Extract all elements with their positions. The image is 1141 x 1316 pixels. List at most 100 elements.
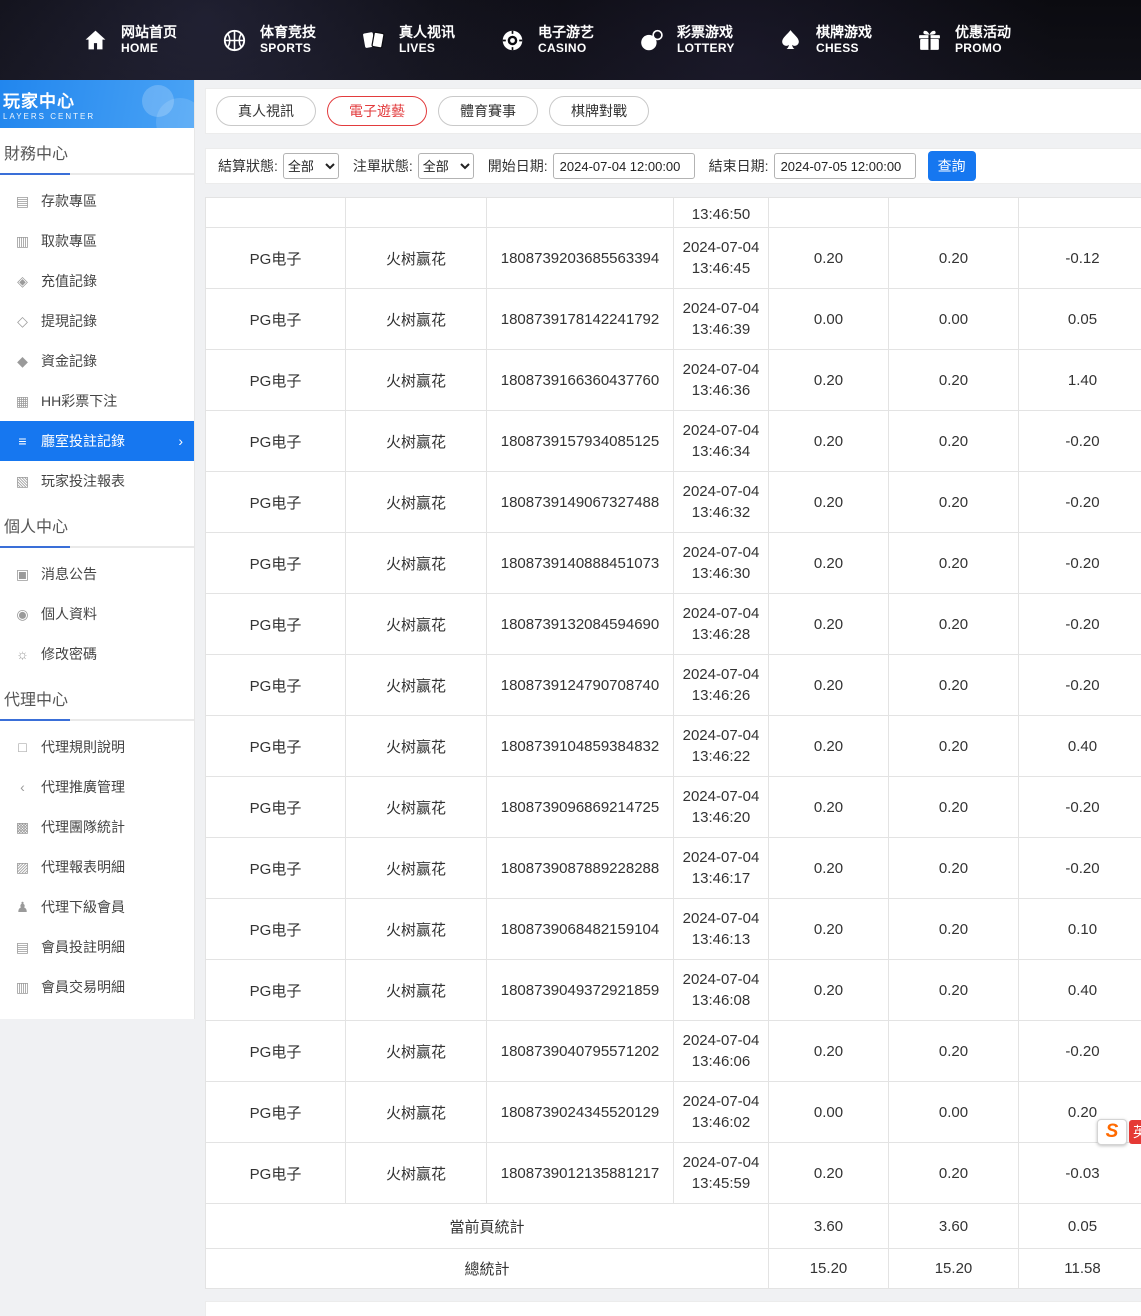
tab-棋牌對戰[interactable]: 棋牌對戰	[549, 96, 649, 126]
cell-platform: PG电子	[206, 228, 346, 289]
sidebar-item[interactable]: ◇提現記錄	[0, 301, 194, 341]
table-row: PG电子火树赢花18087390878892282882024-07-0413:…	[206, 838, 1141, 899]
lottery-ball-icon	[638, 27, 664, 53]
cell-profit: -0.20	[1019, 594, 1141, 655]
sidebar-item[interactable]: □代理規則說明	[0, 727, 194, 767]
sidebar-item[interactable]: ▥取款專區	[0, 221, 194, 261]
sidebar-item[interactable]: ◆資金記錄	[0, 341, 194, 381]
sidebar-item[interactable]: ≡廳室投註記錄›	[0, 421, 194, 461]
sidebar-item[interactable]: ◉個人資料	[0, 594, 194, 634]
cell-time: 2024-07-0413:46:39	[674, 289, 769, 350]
cell-platform: PG电子	[206, 1021, 346, 1082]
nav-item-chess[interactable]: 棋牌游戏CHESS	[777, 23, 916, 57]
sidebar-item[interactable]: ▣消息公告	[0, 554, 194, 594]
table-row: PG电子火树赢花18087390243455201292024-07-0413:…	[206, 1082, 1141, 1143]
cell-profit: -0.20	[1019, 1021, 1141, 1082]
table-row: PG电子火树赢花18087390968692147252024-07-0413:…	[206, 777, 1141, 838]
cell-time: 2024-07-0413:46:02	[674, 1082, 769, 1143]
sidebar-item[interactable]: ▨代理報表明細	[0, 847, 194, 887]
cell-bet: 0.20	[769, 655, 889, 716]
cell-time: 2024-07-0413:46:08	[674, 960, 769, 1021]
member-bets-icon: ▤	[14, 940, 31, 954]
cell-valid-bet: 0.20	[889, 533, 1019, 594]
tab-體育賽事[interactable]: 體育賽事	[438, 96, 538, 126]
cell-game	[346, 198, 487, 228]
sidebar-item[interactable]: ◈充值記錄	[0, 261, 194, 301]
order-status-select[interactable]: 全部	[418, 153, 474, 179]
cell-game: 火树赢花	[346, 899, 487, 960]
settle-status-select[interactable]: 全部	[283, 153, 339, 179]
cell-order-no: 1808739203685563394	[487, 228, 674, 289]
cell-platform: PG电子	[206, 899, 346, 960]
cell-game: 火树赢花	[346, 472, 487, 533]
sidebar-item[interactable]: ☼修改密碼	[0, 634, 194, 674]
cell-bet: 0.20	[769, 1021, 889, 1082]
cell-bet: 0.20	[769, 960, 889, 1021]
cell-order-no: 1808739068482159104	[487, 899, 674, 960]
tab-真人視訊[interactable]: 真人視訊	[216, 96, 316, 126]
settle-status-label: 結算狀態:	[218, 156, 278, 176]
cell-bet: 0.20	[769, 838, 889, 899]
players-center-header: 玩家中心 LAYERS CENTER	[0, 80, 194, 128]
cell-game: 火树赢花	[346, 228, 487, 289]
sidebar-item[interactable]: ♟代理下級會員	[0, 887, 194, 927]
sidebar-item-label: 代理下級會員	[41, 897, 125, 917]
lottery-bet-icon: ▦	[14, 394, 31, 408]
sidebar-item-label: HH彩票下注	[41, 391, 117, 411]
home-icon	[82, 27, 108, 53]
ime-mode-badge[interactable]: 英	[1129, 1120, 1141, 1144]
cell-time: 2024-07-0413:46:22	[674, 716, 769, 777]
search-button[interactable]: 查詢	[928, 151, 976, 181]
cell-time: 2024-07-0413:46:13	[674, 899, 769, 960]
nav-item-lives[interactable]: 真人视讯LIVES	[360, 23, 499, 57]
players-center-subtitle: LAYERS CENTER	[3, 112, 194, 121]
cell-time: 2024-07-0413:46:30	[674, 533, 769, 594]
sidebar-item[interactable]: ▤存款專區	[0, 181, 194, 221]
cell-order-no: 1808739104859384832	[487, 716, 674, 777]
sidebar-section-agent: 代理中心	[0, 686, 194, 710]
sidebar-item-label: 提現記錄	[41, 311, 97, 331]
sidebar-item[interactable]: ▦ HH彩票下注	[0, 381, 194, 421]
nav-item-lottery[interactable]: 彩票游戏LOTTERY	[638, 23, 777, 57]
cell-profit: -0.20	[1019, 472, 1141, 533]
sidebar-item[interactable]: ▩代理團隊統計	[0, 807, 194, 847]
nav-item-casino[interactable]: 电子游艺CASINO	[499, 23, 638, 57]
bet-records-card: 13:46:50 PG电子火树赢花18087392036855633942024…	[205, 197, 1141, 1289]
cell-platform: PG电子	[206, 1082, 346, 1143]
cell-profit: -0.20	[1019, 411, 1141, 472]
sidebar-item[interactable]: ▥會員交易明細	[0, 967, 194, 1007]
sidebar-item[interactable]: ‹代理推廣管理	[0, 767, 194, 807]
cell-profit: 1.40	[1019, 350, 1141, 411]
start-date-input[interactable]	[553, 153, 695, 179]
cell-valid-bet	[889, 198, 1019, 228]
sogou-logo-icon[interactable]: S	[1097, 1119, 1127, 1145]
agent-report-icon: ▨	[14, 860, 31, 874]
cell-order-no: 1808739096869214725	[487, 777, 674, 838]
cell-order-no: 1808739040795571202	[487, 1021, 674, 1082]
cell-valid-bet: 0.20	[889, 472, 1019, 533]
sidebar-item[interactable]: ▧玩家投注報表	[0, 461, 194, 501]
cell-game: 火树赢花	[346, 1143, 487, 1204]
table-row: PG电子火树赢花18087391579340851252024-07-0413:…	[206, 411, 1141, 472]
nav-item-promo[interactable]: 优惠活动PROMO	[916, 23, 1055, 57]
nav-label-cn: 真人视讯	[399, 23, 455, 41]
sidebar-item-label: 修改密碼	[41, 644, 97, 664]
nav-item-home[interactable]: 网站首页HOME	[82, 23, 221, 57]
sidebar-item-label: 取款專區	[41, 231, 97, 251]
cell-time: 2024-07-0413:46:28	[674, 594, 769, 655]
page-summary-row: 當前頁統計 3.60 3.60 0.05	[206, 1204, 1141, 1249]
tab-電子遊藝[interactable]: 電子遊藝	[327, 96, 427, 126]
cell-platform: PG电子	[206, 838, 346, 899]
cell-platform: PG电子	[206, 777, 346, 838]
cell-order-no: 1808739140888451073	[487, 533, 674, 594]
basketball-icon	[221, 27, 247, 53]
sidebar-item[interactable]: ▤會員投註明細	[0, 927, 194, 967]
nav-item-sports[interactable]: 体育竞技SPORTS	[221, 23, 360, 57]
bet-records-table: 13:46:50 PG电子火树赢花18087392036855633942024…	[205, 197, 1141, 1289]
end-date-input[interactable]	[774, 153, 916, 179]
cell-game: 火树赢花	[346, 411, 487, 472]
game-type-tabs: 真人視訊電子遊藝體育賽事棋牌對戰	[205, 88, 1141, 134]
cell-order-no: 1808739149067327488	[487, 472, 674, 533]
ime-widget[interactable]: S 英	[1097, 1119, 1141, 1145]
total-summary-profit: 11.58	[1019, 1249, 1141, 1289]
